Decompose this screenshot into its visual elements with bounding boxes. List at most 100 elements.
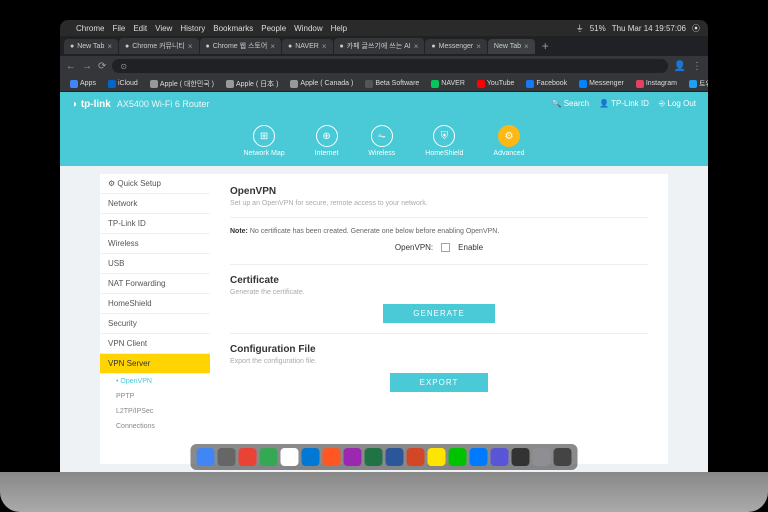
network-icon: ⊞: [253, 125, 275, 147]
dock-app-icon[interactable]: [407, 448, 425, 466]
generate-button[interactable]: GENERATE: [383, 304, 494, 323]
tab[interactable]: ● Chrome 웹 스토어×: [200, 38, 281, 54]
back-button[interactable]: ←: [66, 61, 76, 72]
close-icon[interactable]: ×: [270, 42, 275, 51]
openvpn-title: OpenVPN: [230, 186, 648, 197]
close-icon[interactable]: ×: [322, 42, 327, 51]
sidebar-item-homeshield[interactable]: HomeShield: [100, 294, 210, 314]
openvpn-desc: Set up an OpenVPN for secure, remote acc…: [230, 200, 648, 207]
laptop-base: [0, 472, 768, 512]
bookmark[interactable]: iCloud: [104, 78, 142, 90]
battery-label: 51%: [590, 24, 606, 33]
dock-app-icon[interactable]: [302, 448, 320, 466]
bookmark-apps[interactable]: Apps: [66, 78, 100, 90]
nav-homeshield[interactable]: ⛨HomeShield: [425, 125, 463, 157]
certificate-desc: Generate the certificate.: [230, 289, 648, 296]
certificate-title: Certificate: [230, 275, 648, 286]
dock-app-icon[interactable]: [365, 448, 383, 466]
config-desc: Export the configuration file.: [230, 358, 648, 365]
wifi-icon: ⏦: [371, 125, 393, 147]
openvpn-note: Note: No certificate has been created. G…: [230, 228, 648, 235]
top-nav: ⊞Network Map ⊕Internet ⏦Wireless ⛨HomeSh…: [60, 116, 708, 166]
bookmark[interactable]: YouTube: [473, 78, 519, 90]
sidebar-sub-connections[interactable]: Connections: [100, 419, 210, 434]
browser-tabs: ● New Tab× ● Chrome 커뮤니티× ● Chrome 웹 스토어…: [60, 36, 708, 56]
export-button[interactable]: EXPORT: [390, 373, 489, 392]
main-panel: OpenVPN Set up an OpenVPN for secure, re…: [210, 174, 668, 464]
bookmark[interactable]: Beta Software: [361, 78, 423, 90]
profile-icon[interactable]: 👤: [674, 61, 686, 72]
close-icon[interactable]: ×: [476, 42, 481, 51]
dock-app-icon[interactable]: [449, 448, 467, 466]
search-link[interactable]: 🔍 Search: [552, 99, 590, 109]
macos-menubar: Chrome File Edit View History Bookmarks …: [60, 20, 708, 36]
bookmark[interactable]: Apple ( 日本 ): [222, 77, 282, 91]
clock: Thu Mar 14 19:57:06: [612, 24, 686, 33]
dock-settings-icon[interactable]: [533, 448, 551, 466]
sidebar-item-vpn-client[interactable]: VPN Client: [100, 334, 210, 354]
forward-button[interactable]: →: [82, 61, 92, 72]
bookmark[interactable]: NAVER: [427, 78, 469, 90]
router-header: ◗ tp-link AX5400 Wi-Fi 6 Router 🔍 Search…: [60, 92, 708, 116]
browser-toolbar: ← → ⟳ ⊙ 👤 ⋮: [60, 56, 708, 76]
model-label: AX5400 Wi-Fi 6 Router: [117, 99, 210, 109]
dock-finder-icon[interactable]: [197, 448, 215, 466]
tab[interactable]: ● Messenger×: [425, 39, 487, 54]
tplink-id-link[interactable]: 👤 TP-Link ID: [599, 99, 649, 109]
dock-app-icon[interactable]: [470, 448, 488, 466]
bookmark[interactable]: Apple ( Canada ): [286, 78, 357, 90]
sidebar-item-nat[interactable]: NAT Forwarding: [100, 274, 210, 294]
nav-advanced[interactable]: ⚙Advanced: [493, 125, 524, 157]
sidebar-item-tplink-id[interactable]: TP-Link ID: [100, 214, 210, 234]
dock-app-icon[interactable]: [491, 448, 509, 466]
dock-app-icon[interactable]: [512, 448, 530, 466]
sidebar-item-wireless[interactable]: Wireless: [100, 234, 210, 254]
logout-link[interactable]: ⎆ Log Out: [659, 99, 696, 109]
new-tab-button[interactable]: +: [536, 39, 555, 53]
bookmark[interactable]: Apple ( 대한민국 ): [146, 77, 218, 91]
reload-button[interactable]: ⟳: [98, 61, 106, 72]
sidebar-item-security[interactable]: Security: [100, 314, 210, 334]
close-icon[interactable]: ×: [524, 42, 529, 51]
tab[interactable]: ● NAVER×: [282, 39, 333, 54]
tab[interactable]: ● New Tab×: [64, 39, 118, 54]
bookmark[interactable]: Facebook: [522, 78, 571, 90]
nav-wireless[interactable]: ⏦Wireless: [368, 125, 395, 157]
app-menu[interactable]: Chrome: [76, 24, 104, 33]
bookmark[interactable]: Messenger: [575, 78, 628, 90]
dock-app-icon[interactable]: [281, 448, 299, 466]
wifi-icon[interactable]: ⏚: [576, 23, 584, 34]
tab[interactable]: ● Chrome 커뮤니티×: [119, 38, 199, 54]
sidebar-sub-l2tp[interactable]: L2TP/IPSec: [100, 404, 210, 419]
menu-icon[interactable]: ⋮: [692, 61, 702, 72]
tab[interactable]: ● 카페 글쓰기에 쓰는 AI×: [334, 38, 425, 54]
tab-active[interactable]: New Tab×: [488, 39, 535, 54]
close-icon[interactable]: ×: [414, 42, 419, 51]
bookmark[interactable]: 트위터: [685, 77, 708, 91]
macos-dock: [191, 444, 578, 470]
sidebar-item-vpn-server[interactable]: VPN Server: [100, 354, 210, 374]
nav-internet[interactable]: ⊕Internet: [315, 125, 339, 157]
close-icon[interactable]: ×: [107, 42, 112, 51]
close-icon[interactable]: ×: [188, 42, 193, 51]
config-title: Configuration File: [230, 344, 648, 355]
dock-trash-icon[interactable]: [554, 448, 572, 466]
dock-app-icon[interactable]: [218, 448, 236, 466]
sidebar-item-network[interactable]: Network: [100, 194, 210, 214]
bookmark[interactable]: Instagram: [632, 78, 681, 90]
address-bar[interactable]: ⊙: [112, 59, 667, 73]
sidebar-sub-openvpn[interactable]: • OpenVPN: [100, 374, 210, 389]
dock-app-icon[interactable]: [323, 448, 341, 466]
sidebar-sub-pptp[interactable]: PPTP: [100, 389, 210, 404]
dock-app-icon[interactable]: [386, 448, 404, 466]
spotlight-icon[interactable]: ⦿: [692, 23, 700, 34]
dock-app-icon[interactable]: [344, 448, 362, 466]
sidebar-item-usb[interactable]: USB: [100, 254, 210, 274]
sidebar-item-quick-setup[interactable]: ⚙ Quick Setup: [100, 174, 210, 194]
dock-app-icon[interactable]: [428, 448, 446, 466]
dock-app-icon[interactable]: [260, 448, 278, 466]
nav-network-map[interactable]: ⊞Network Map: [243, 125, 284, 157]
enable-checkbox[interactable]: [441, 243, 450, 252]
bookmarks-bar: Apps iCloud Apple ( 대한민국 ) Apple ( 日本 ) …: [60, 76, 708, 92]
dock-app-icon[interactable]: [239, 448, 257, 466]
